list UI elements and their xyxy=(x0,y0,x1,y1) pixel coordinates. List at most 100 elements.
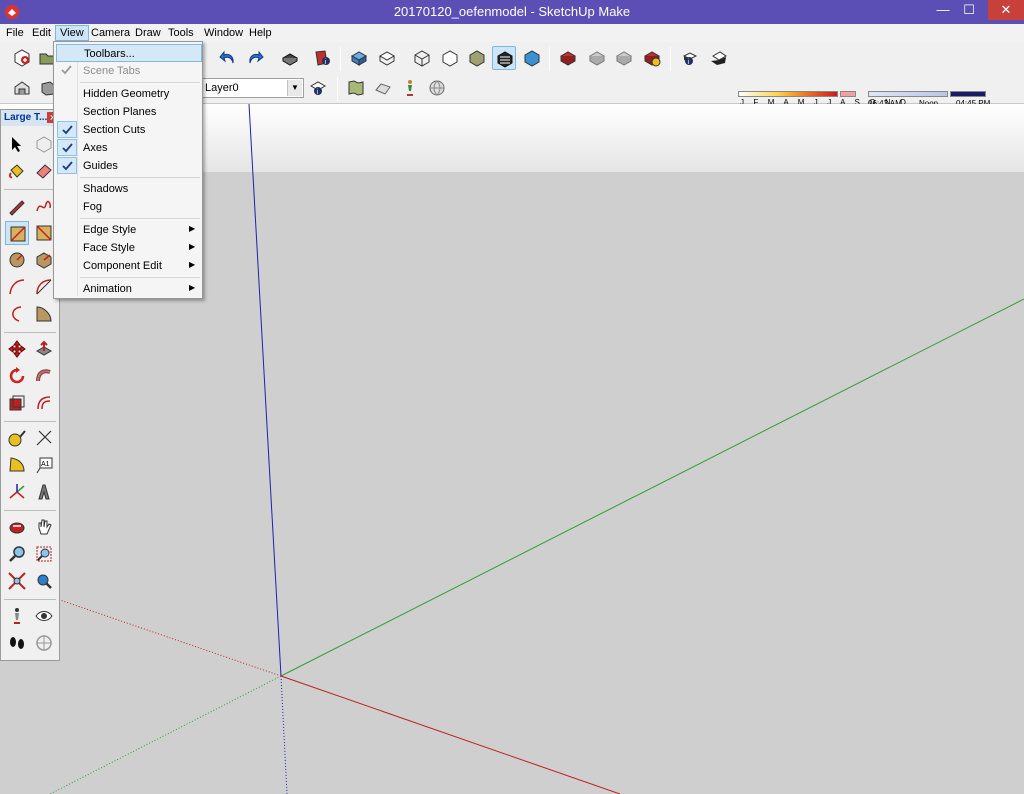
walk-button[interactable] xyxy=(398,76,422,100)
rotate-tool[interactable] xyxy=(5,364,29,388)
menu-camera[interactable]: Camera xyxy=(87,25,134,41)
menu-item-fog[interactable]: Fog xyxy=(56,198,202,216)
line-tool[interactable] xyxy=(5,194,29,218)
pie-tool[interactable] xyxy=(32,302,56,326)
hand-icon xyxy=(38,519,52,535)
submenu-arrow-icon: ▶ xyxy=(189,283,196,292)
maximize-button[interactable]: ☐ xyxy=(956,0,982,20)
window-title: 20170120_oefenmodel - SketchUp Make xyxy=(393,4,631,19)
warehouse-models-button[interactable] xyxy=(10,76,34,100)
dimension-tool[interactable] xyxy=(32,426,56,450)
menu-view[interactable]: View xyxy=(55,25,89,41)
look-around-tool[interactable] xyxy=(32,604,56,628)
menu-item-hidden-geometry[interactable]: Hidden Geometry xyxy=(56,85,202,103)
menu-item-label: Guides xyxy=(83,160,118,172)
print-button[interactable] xyxy=(278,46,302,70)
offset-tool[interactable] xyxy=(32,391,56,415)
minimize-button[interactable]: — xyxy=(930,0,956,20)
menu-file[interactable]: File xyxy=(2,25,28,41)
axes-tool[interactable] xyxy=(5,480,29,504)
shaded-textures-button[interactable] xyxy=(492,46,516,70)
menu-separator xyxy=(80,82,200,83)
photo-textures-button[interactable] xyxy=(425,76,449,100)
paint-bucket-tool[interactable] xyxy=(5,159,29,183)
3d-text-tool[interactable] xyxy=(32,480,56,504)
menu-item-scene-tabs[interactable]: Scene Tabs xyxy=(56,62,202,80)
pan-tool[interactable] xyxy=(32,515,56,539)
move-tool[interactable] xyxy=(5,337,29,361)
share-model-button[interactable] xyxy=(585,46,609,70)
orbit-tool[interactable] xyxy=(5,515,29,539)
share-component-icon xyxy=(615,51,633,66)
menu-tools[interactable]: Tools xyxy=(164,25,198,41)
menu-item-face-style[interactable]: Face Style ▶ xyxy=(56,239,202,257)
menu-item-edge-style[interactable]: Edge Style ▶ xyxy=(56,221,202,239)
time-slider[interactable] xyxy=(868,91,948,97)
chevron-down-icon[interactable]: ▼ xyxy=(287,80,302,96)
arc-icon xyxy=(9,279,25,295)
tool-separator xyxy=(4,189,56,190)
menu-item-guides[interactable]: Guides xyxy=(56,157,202,175)
scale-icon xyxy=(9,395,25,411)
monochrome-button[interactable] xyxy=(520,46,544,70)
house-icon xyxy=(14,81,30,95)
scale-tool[interactable] xyxy=(5,391,29,415)
menu-window[interactable]: Window xyxy=(200,25,247,41)
wireframe-icon xyxy=(414,50,430,67)
position-camera-tool[interactable] xyxy=(5,604,29,628)
top-view-button[interactable] xyxy=(375,46,399,70)
menu-item-toolbars[interactable]: Toolbars... xyxy=(56,44,202,62)
tool-panel-header[interactable]: Large T... x xyxy=(1,110,59,126)
month-slider[interactable] xyxy=(738,91,838,97)
tape-measure-tool[interactable] xyxy=(5,426,29,450)
menu-item-section-cuts[interactable]: Section Cuts xyxy=(56,121,202,139)
menu-item-shadows[interactable]: Shadows xyxy=(56,180,202,198)
warehouse-button[interactable] xyxy=(556,46,580,70)
model-info-button[interactable]: i xyxy=(311,46,335,70)
menu-help[interactable]: Help xyxy=(245,25,276,41)
arc-tool[interactable] xyxy=(5,275,29,299)
menu-item-component-edit[interactable]: Component Edit ▶ xyxy=(56,257,202,275)
extension-warehouse-button[interactable] xyxy=(640,46,664,70)
new-component-button[interactable] xyxy=(10,46,34,70)
protractor-icon xyxy=(9,457,25,472)
walk-tool[interactable] xyxy=(5,631,29,655)
circle-tool[interactable] xyxy=(5,248,29,272)
layer-manager-button[interactable]: i xyxy=(306,76,330,100)
text-tool[interactable]: A1 xyxy=(32,453,56,477)
previous-view-tool[interactable] xyxy=(32,569,56,593)
menu-item-section-planes[interactable]: Section Planes xyxy=(56,103,202,121)
share-component-button[interactable] xyxy=(612,46,636,70)
zoom-window-tool[interactable] xyxy=(32,542,56,566)
follow-me-tool[interactable] xyxy=(32,364,56,388)
layer-select[interactable]: Layer0 ▼ xyxy=(200,78,304,98)
red-axis-negative xyxy=(59,599,282,677)
redo-button[interactable] xyxy=(243,46,267,70)
shadow-settings-button[interactable]: i xyxy=(678,46,702,70)
three-point-arc-tool[interactable] xyxy=(5,302,29,326)
menu-edit[interactable]: Edit xyxy=(28,25,55,41)
add-location-button[interactable] xyxy=(371,76,395,100)
shaded-button[interactable] xyxy=(465,46,489,70)
xray-button[interactable] xyxy=(410,46,434,70)
display-shadows-button[interactable] xyxy=(707,46,731,70)
undo-button[interactable] xyxy=(216,46,240,70)
rotate-icon xyxy=(9,367,25,384)
push-pull-tool[interactable] xyxy=(32,337,56,361)
menu-draw[interactable]: Draw xyxy=(131,25,165,41)
position-camera-button[interactable] xyxy=(344,76,368,100)
rectangle-tool[interactable] xyxy=(5,221,29,245)
pie-icon xyxy=(36,306,52,322)
hidden-line-button[interactable] xyxy=(438,46,462,70)
protractor-tool[interactable] xyxy=(5,453,29,477)
menu-item-label: Edge Style xyxy=(83,224,137,236)
section-plane-tool[interactable] xyxy=(32,631,56,655)
iso-view-button[interactable] xyxy=(347,46,371,70)
zoom-extents-tool[interactable] xyxy=(5,569,29,593)
footprints-icon xyxy=(10,637,24,649)
close-button[interactable]: ✕ xyxy=(988,0,1024,20)
zoom-tool[interactable] xyxy=(5,542,29,566)
select-tool[interactable] xyxy=(5,132,29,156)
menu-item-animation[interactable]: Animation ▶ xyxy=(56,280,202,298)
menu-item-axes[interactable]: Axes xyxy=(56,139,202,157)
